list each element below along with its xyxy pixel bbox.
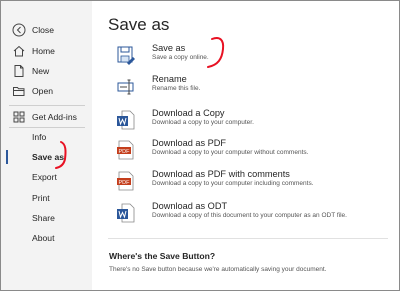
option-title: Save as <box>152 43 186 53</box>
option-description: Save a copy online. <box>152 54 209 61</box>
option-title: Download as PDF <box>152 138 227 148</box>
office-backstage-window: Close Home New Open Get Add-ins Info Sav… <box>0 0 400 291</box>
sidebar-item-home[interactable]: Home <box>1 41 92 61</box>
option-description: Download a copy to your computer. <box>152 119 254 126</box>
option-title: Rename <box>152 74 187 84</box>
help-text: There's no Save button because we're aut… <box>109 266 327 273</box>
option-save-as[interactable]: Save as Save a copy online. <box>116 43 386 69</box>
word-document-icon <box>117 203 135 223</box>
sidebar-item-new[interactable]: New <box>1 61 92 81</box>
option-rename[interactable]: Rename Rename this file. <box>116 74 386 100</box>
sidebar-item-save-as[interactable]: Save as <box>1 147 92 167</box>
sidebar-item-label: Close <box>32 25 54 35</box>
sidebar-item-label: New <box>32 66 50 76</box>
sidebar-item-print[interactable]: Print <box>1 188 92 208</box>
sidebar-item-label: Home <box>32 46 55 56</box>
sidebar-item-export[interactable]: Export <box>1 167 92 187</box>
new-document-icon <box>14 65 24 77</box>
option-download-pdf[interactable]: PDF Download as PDF Download a copy to y… <box>116 138 386 164</box>
save-as-panel: Save as Save as Save a copy online. Rena… <box>92 1 399 290</box>
pdf-icon: PDF <box>117 140 134 160</box>
svg-text:PDF: PDF <box>119 180 131 186</box>
sidebar-item-label: Info <box>32 132 47 142</box>
option-description: Download a copy to your computer includi… <box>152 180 314 187</box>
option-download-pdf-with-comments[interactable]: PDF Download as PDF with comments Downlo… <box>116 169 386 195</box>
sidebar-item-label: Open <box>32 86 54 96</box>
pdf-icon: PDF <box>117 171 134 191</box>
option-title: Download as PDF with comments <box>152 169 290 179</box>
sidebar-item-about[interactable]: About <box>1 228 92 248</box>
option-download-copy[interactable]: Download a Copy Download a copy to your … <box>116 108 386 134</box>
word-document-icon <box>117 110 135 130</box>
sidebar-item-close[interactable]: Close <box>1 20 92 40</box>
sidebar-item-label: Save as <box>32 152 65 162</box>
rename-icon <box>117 79 134 95</box>
sidebar-item-share[interactable]: Share <box>1 208 92 228</box>
open-folder-icon <box>13 87 25 96</box>
save-as-icon <box>117 46 135 65</box>
add-ins-grid-icon <box>13 111 25 123</box>
home-icon <box>13 45 25 57</box>
sidebar-item-info[interactable]: Info <box>1 127 92 147</box>
option-download-odt[interactable]: Download as ODT Download a copy of this … <box>116 201 386 227</box>
back-arrow-icon <box>12 23 26 37</box>
option-title: Download as ODT <box>152 201 228 211</box>
sidebar-item-label: Export <box>32 172 57 182</box>
option-description: Download a copy of this document to your… <box>152 212 347 219</box>
sidebar-item-open[interactable]: Open <box>1 81 92 101</box>
option-description: Download a copy to your computer without… <box>152 149 309 156</box>
backstage-sidebar: Close Home New Open Get Add-ins Info Sav… <box>1 1 92 290</box>
sidebar-item-label: Get Add-ins <box>32 112 77 122</box>
sidebar-divider <box>9 105 85 106</box>
option-title: Download a Copy <box>152 108 225 118</box>
option-description: Rename this file. <box>152 85 201 92</box>
svg-text:PDF: PDF <box>119 149 131 155</box>
section-divider <box>108 238 388 239</box>
sidebar-item-get-add-ins[interactable]: Get Add-ins <box>1 107 92 127</box>
sidebar-item-label: Share <box>32 213 55 223</box>
help-heading: Where's the Save Button? <box>109 251 216 261</box>
sidebar-item-label: About <box>32 233 55 243</box>
page-title: Save as <box>108 15 170 34</box>
sidebar-item-label: Print <box>32 193 50 203</box>
